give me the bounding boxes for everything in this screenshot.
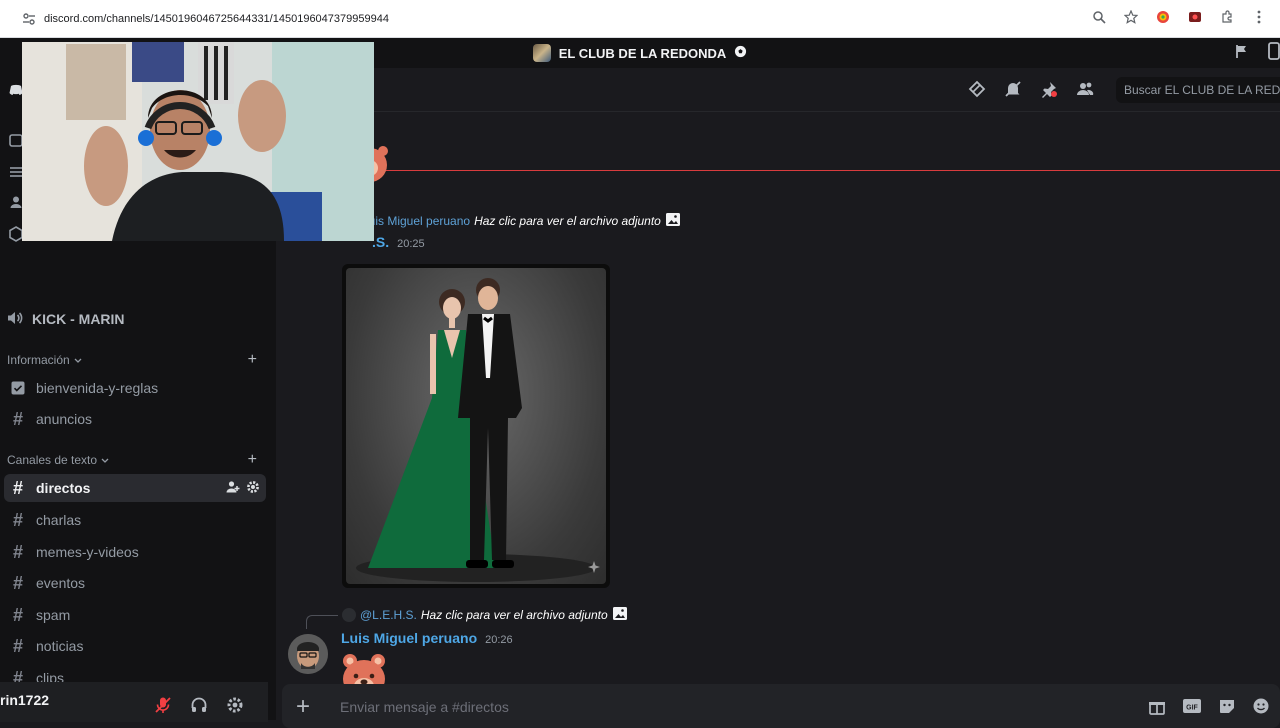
- reply-text[interactable]: Haz clic para ver el archivo adjunto: [474, 214, 661, 228]
- hashtag-icon: #: [12, 477, 23, 498]
- search-input[interactable]: Buscar EL CLUB DE LA REDONDA: [1116, 77, 1280, 103]
- bookmark-star-icon[interactable]: [1122, 8, 1140, 26]
- sparkle-icon: [588, 560, 600, 578]
- chat-main: Buscar EL CLUB DE LA REDONDA Luis Miguel…: [276, 68, 1280, 728]
- hashtag-icon: #: [12, 509, 23, 530]
- channel-label: anuncios: [36, 411, 93, 427]
- server-icon: [532, 44, 551, 62]
- help-icon[interactable]: [1268, 42, 1280, 65]
- user-panel: rin1722: [0, 682, 268, 722]
- avatar[interactable]: [288, 634, 328, 674]
- add-channel-icon[interactable]: +: [248, 351, 257, 369]
- channel-header: Buscar EL CLUB DE LA REDONDA: [276, 68, 1280, 112]
- zoom-icon[interactable]: [1090, 8, 1108, 26]
- notification-muted-icon[interactable]: [1004, 80, 1022, 103]
- mic-muted-icon[interactable]: [154, 696, 172, 719]
- message-list: Luis Miguel peruano Haz clic para ver el…: [276, 112, 1280, 698]
- hashtag-icon: #: [12, 572, 23, 593]
- channel-spam[interactable]: # spam: [4, 601, 266, 629]
- author-name[interactable]: .S.: [372, 234, 389, 250]
- category-canales-de-texto[interactable]: Canales de texto +: [7, 451, 263, 469]
- chevron-down-icon: [101, 453, 109, 467]
- channel-label: eventos: [36, 575, 86, 591]
- message-author[interactable]: Luis Miguel peruano 20:26: [341, 630, 513, 646]
- sticker-icon[interactable]: [1218, 697, 1236, 720]
- image-attachment-icon: [612, 606, 628, 624]
- extensions-puzzle-icon[interactable]: [1218, 8, 1236, 26]
- server-title: EL CLUB DE LA REDONDA: [532, 44, 748, 62]
- server-name: EL CLUB DE LA REDONDA: [558, 45, 727, 61]
- username[interactable]: rin1722: [0, 692, 49, 708]
- message-author[interactable]: .S. 20:25: [372, 234, 425, 250]
- invite-user-icon[interactable]: [226, 480, 240, 497]
- channel-charlas[interactable]: # charlas: [4, 506, 266, 534]
- image-attachment[interactable]: [342, 264, 610, 588]
- webcam-overlay: [22, 42, 374, 241]
- channel-memes-y-videos[interactable]: # memes-y-videos: [4, 538, 266, 566]
- channel-label: spam: [36, 607, 71, 623]
- channel-label: charlas: [36, 512, 82, 528]
- add-channel-icon[interactable]: +: [248, 451, 257, 469]
- hashtag-icon: #: [12, 604, 23, 625]
- threads-icon[interactable]: [968, 80, 986, 103]
- add-attachment-icon[interactable]: +: [296, 693, 310, 721]
- member-list-icon[interactable]: [1076, 80, 1094, 103]
- message-input[interactable]: Enviar mensaje a #directos: [340, 699, 509, 715]
- reply-connector: [306, 615, 338, 629]
- menu-dots-icon[interactable]: [1250, 8, 1268, 26]
- channel-anuncios[interactable]: # anuncios: [4, 405, 266, 433]
- extension-color-icon[interactable]: [1154, 8, 1172, 26]
- chevron-down-icon: [74, 353, 82, 367]
- site-info-icon[interactable]: [18, 8, 40, 30]
- hashtag-icon: #: [12, 635, 23, 656]
- channel-eventos[interactable]: # eventos: [4, 569, 266, 597]
- category-label: Información: [7, 353, 70, 367]
- channel-settings-gear-icon[interactable]: [246, 480, 260, 497]
- svg-text:GIF: GIF: [1186, 705, 1198, 712]
- reply-reference[interactable]: Luis Miguel peruano Haz clic para ver el…: [362, 212, 681, 230]
- voice-channel-label: KICK - MARIN: [32, 311, 125, 327]
- message-timestamp: 20:26: [485, 634, 513, 646]
- image-attachment-icon: [665, 212, 681, 230]
- message-composer[interactable]: + Enviar mensaje a #directos GIF: [282, 684, 1280, 728]
- couple-photo: [346, 268, 606, 584]
- rules-channel-icon: [8, 380, 28, 396]
- reply-author[interactable]: Luis Miguel peruano: [362, 214, 470, 228]
- channel-label: directos: [36, 480, 91, 496]
- channel-bienvenida-y-reglas[interactable]: bienvenida-y-reglas: [4, 374, 266, 402]
- channel-label: bienvenida-y-reglas: [36, 380, 159, 396]
- gift-icon[interactable]: [1148, 697, 1166, 720]
- category-informacion[interactable]: Información +: [7, 351, 263, 369]
- message-timestamp: 20:25: [397, 238, 425, 250]
- channel-noticias[interactable]: # noticias: [4, 632, 266, 660]
- soccer-ball-icon: [734, 45, 747, 61]
- category-label: Canales de texto: [7, 453, 98, 467]
- emoji-icon[interactable]: [1252, 697, 1270, 720]
- gif-icon[interactable]: GIF: [1182, 697, 1202, 720]
- author-name[interactable]: Luis Miguel peruano: [341, 630, 477, 646]
- channel-directos[interactable]: # directos: [4, 474, 266, 502]
- hashtag-icon: #: [12, 541, 23, 562]
- reply-avatar: [342, 608, 356, 622]
- pinned-messages-icon[interactable]: [1040, 80, 1058, 103]
- browser-toolbar: discord.com/channels/1450196046725644331…: [0, 0, 1280, 38]
- channel-label: memes-y-videos: [36, 544, 139, 560]
- inbox-flag-icon[interactable]: [1234, 43, 1250, 64]
- channel-label: noticias: [36, 638, 84, 654]
- url-text[interactable]: discord.com/channels/1450196046725644331…: [44, 13, 389, 25]
- user-settings-gear-icon[interactable]: [226, 696, 244, 719]
- voice-channel-kick-marin[interactable]: KICK - MARIN: [6, 308, 125, 330]
- headphones-icon[interactable]: [190, 696, 208, 719]
- address-bar[interactable]: discord.com/channels/1450196046725644331…: [8, 6, 1168, 32]
- speaker-icon: [6, 310, 24, 329]
- reply-reference[interactable]: @L.E.H.S. Haz clic para ver el archivo a…: [342, 606, 628, 624]
- reply-author[interactable]: @L.E.H.S.: [360, 608, 417, 622]
- reply-text[interactable]: Haz clic para ver el archivo adjunto: [421, 608, 608, 622]
- extension-record-icon[interactable]: [1186, 8, 1204, 26]
- hashtag-icon: #: [12, 408, 23, 429]
